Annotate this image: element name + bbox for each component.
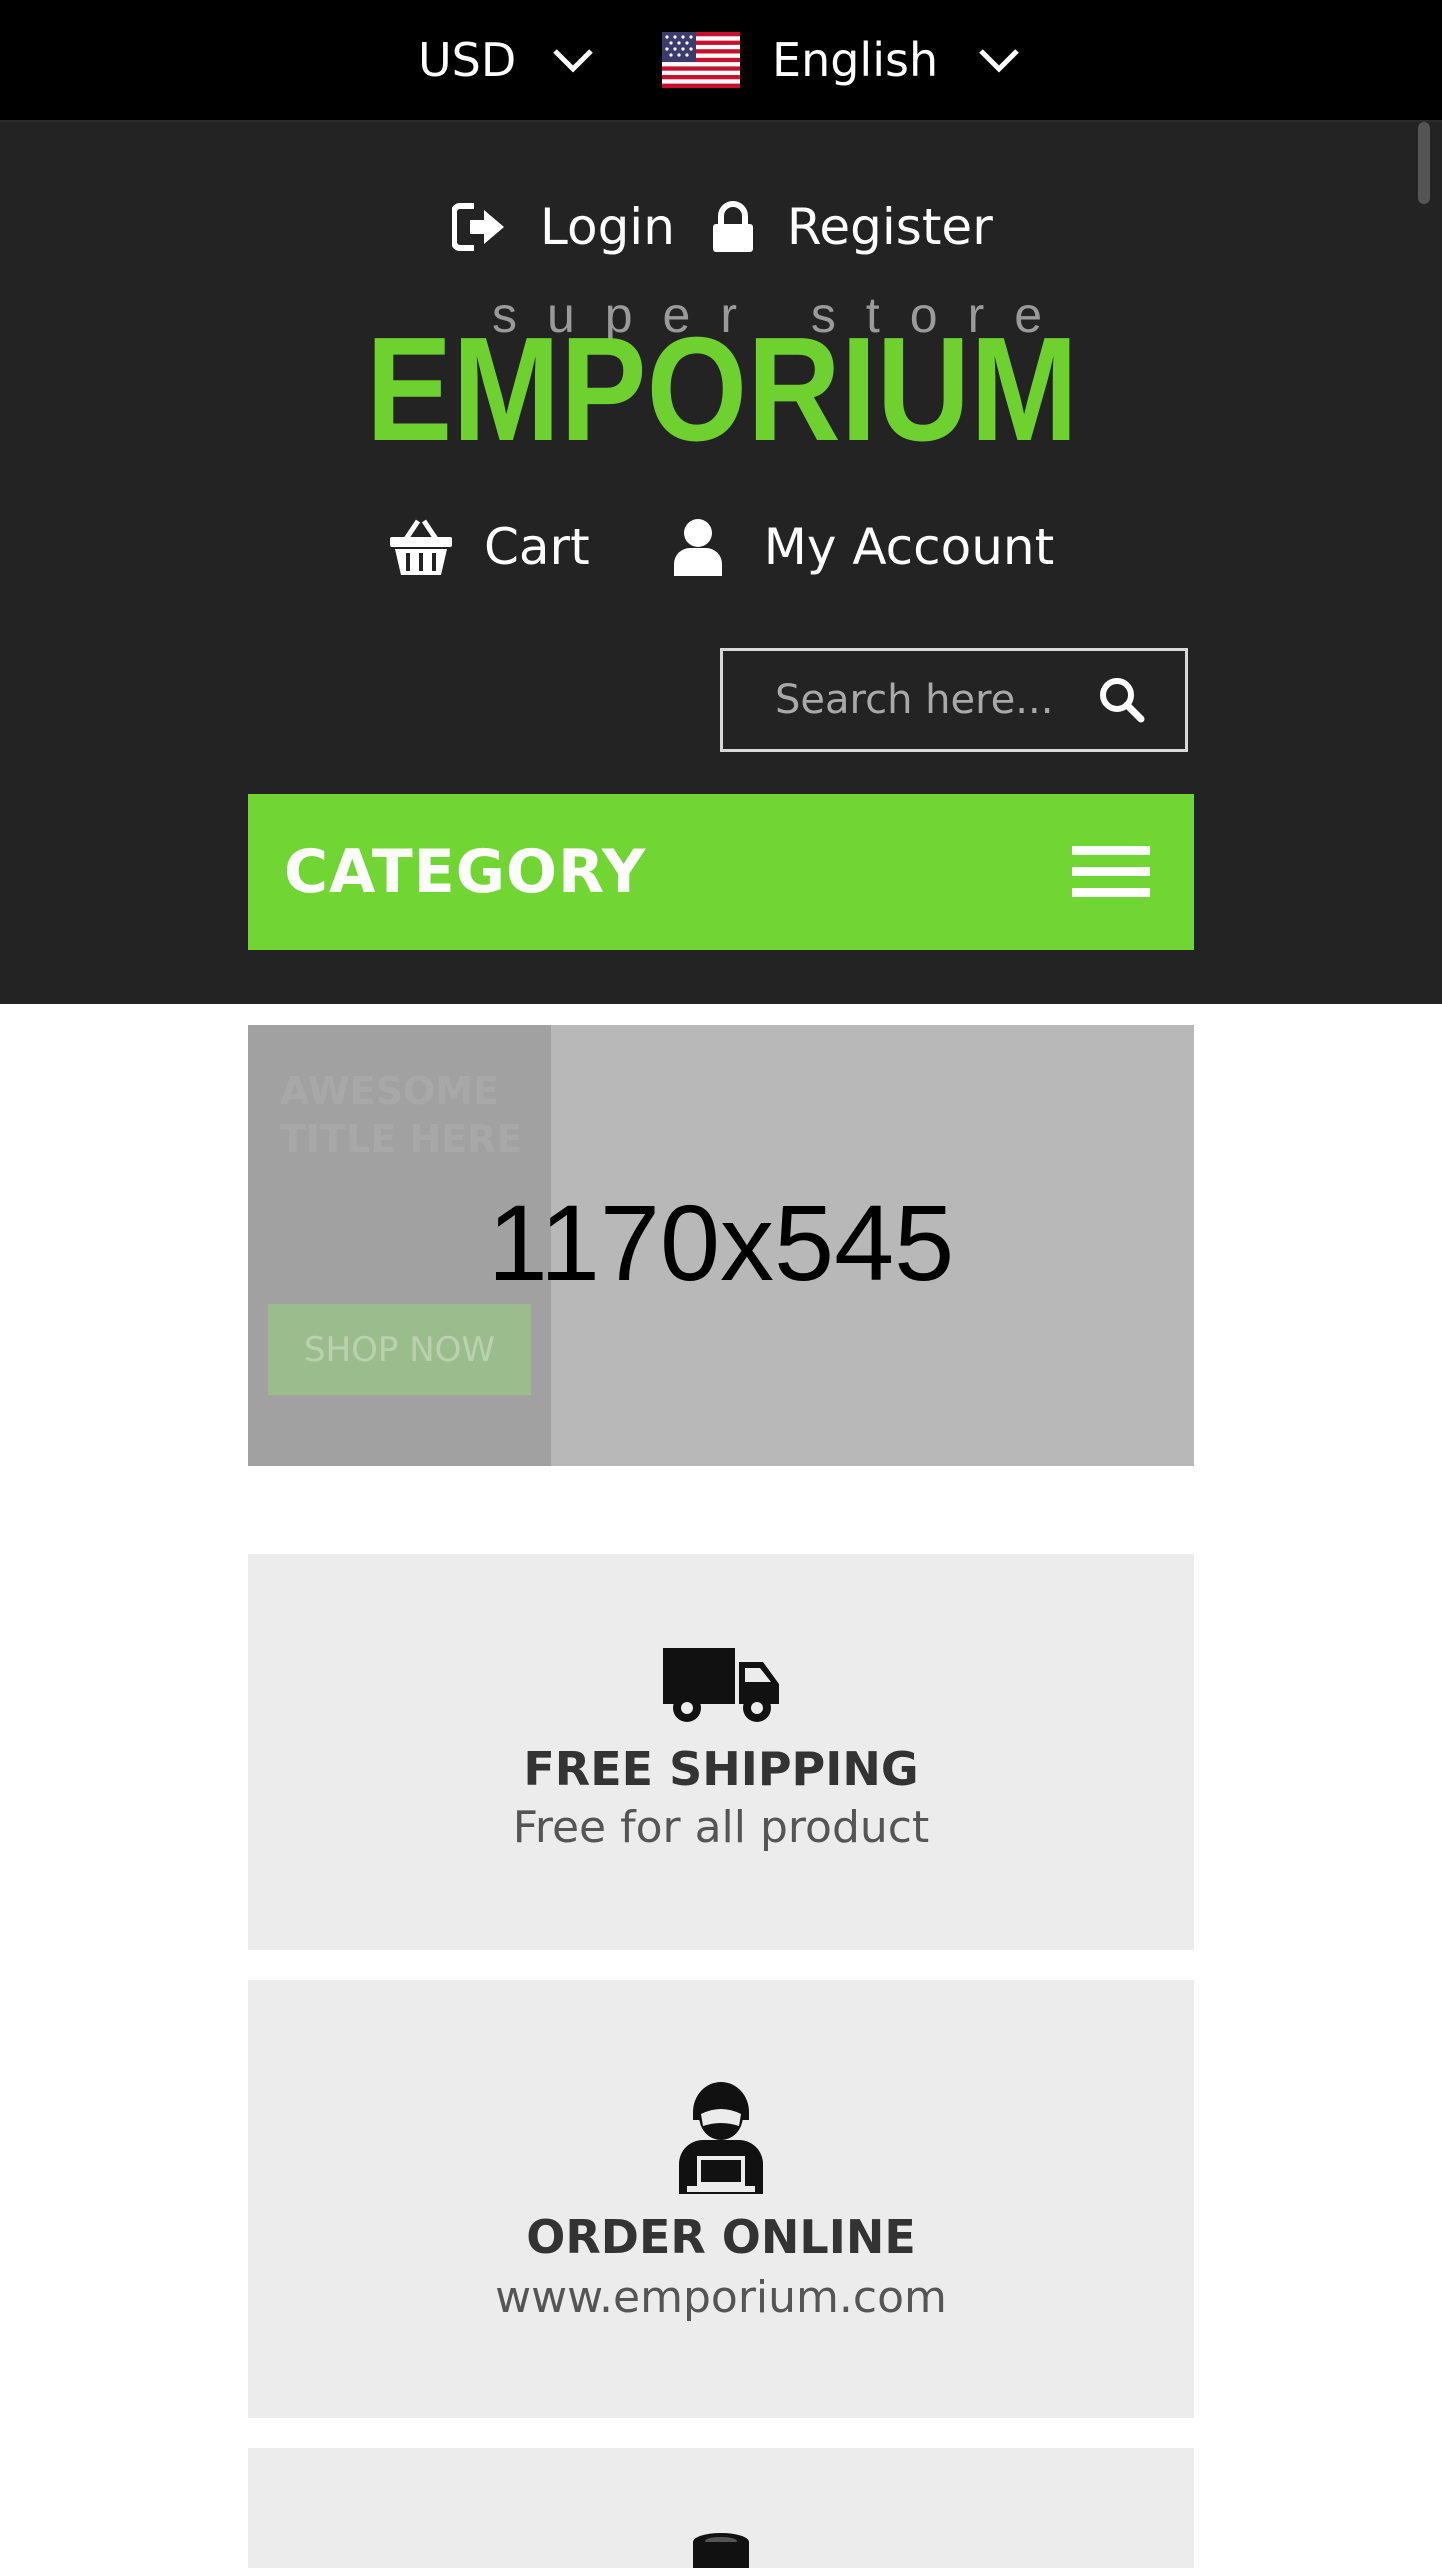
currency-selector[interactable]: USD (418, 30, 594, 90)
shop-nav: Cart My Account (388, 502, 1054, 592)
category-menu-bar[interactable]: CATEGORY (248, 794, 1194, 950)
hero-banner[interactable]: AWESOME TITLE HERE 1170x545 SHOP NOW (248, 1025, 1194, 1466)
category-label: CATEGORY (284, 837, 647, 907)
cart-link[interactable]: Cart (388, 517, 590, 577)
banner-title: AWESOME TITLE HERE (280, 1069, 523, 1161)
chevron-down-icon (552, 47, 594, 73)
cart-label: Cart (484, 518, 590, 576)
site-logo[interactable]: super store EMPORIUM (362, 290, 1082, 450)
hamburger-icon (1072, 846, 1150, 897)
us-flag-icon (662, 32, 740, 88)
operator-icon (248, 2068, 1194, 2194)
site-header: Login Register super store EMPORIUM Cart (0, 122, 1442, 1004)
feature-free-shipping: FREE SHIPPING Free for all product (248, 1554, 1194, 1950)
basket-icon (390, 519, 452, 575)
truck-icon (248, 1640, 1194, 1724)
sign-in-icon (452, 203, 504, 251)
language-label: English (772, 33, 939, 87)
search-box (720, 648, 1188, 752)
search-input[interactable] (773, 676, 1097, 724)
currency-label: USD (418, 33, 517, 87)
register-link[interactable]: Register (711, 198, 993, 256)
login-label: Login (540, 198, 675, 256)
coins-icon (248, 2532, 1194, 2568)
account-link[interactable]: My Account (672, 518, 1055, 576)
logo-wordmark: EMPORIUM (366, 307, 1078, 450)
feature-title: ORDER ONLINE (526, 2210, 916, 2264)
search-icon (1100, 678, 1145, 723)
placeholder-dimensions: 1170x545 (487, 1182, 955, 1303)
feature-order-online: ORDER ONLINE www.emporium.com (248, 1980, 1194, 2418)
shop-now-button[interactable]: SHOP NOW (268, 1304, 531, 1395)
scrollbar[interactable] (1418, 122, 1430, 204)
login-link[interactable]: Login (452, 198, 675, 256)
search-button[interactable] (1097, 675, 1147, 725)
hamburger-menu-button[interactable] (1072, 844, 1150, 900)
chevron-down-icon (978, 47, 1020, 73)
feature-title: FREE SHIPPING (523, 1742, 919, 1796)
top-bar: USD English (0, 0, 1442, 122)
feature-subtitle: www.emporium.com (495, 2272, 947, 2323)
feature-payment (248, 2448, 1194, 2568)
language-selector[interactable]: English (662, 28, 1020, 92)
account-label: My Account (763, 518, 1055, 576)
register-label: Register (786, 198, 993, 256)
auth-links: Login Register (452, 187, 993, 267)
lock-icon (712, 201, 753, 252)
feature-subtitle: Free for all product (512, 1802, 930, 1853)
user-icon (673, 519, 722, 576)
